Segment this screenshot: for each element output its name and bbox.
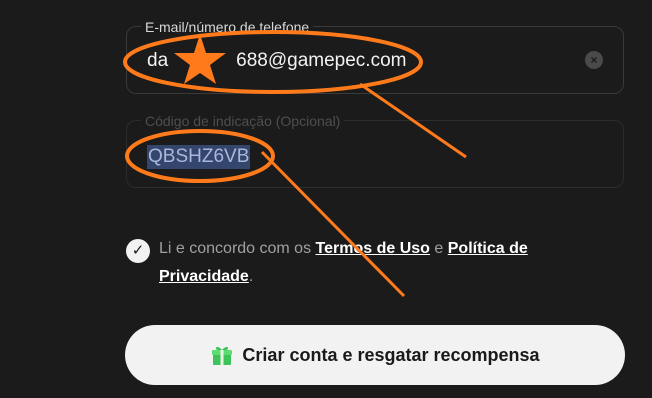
email-value-start: da xyxy=(147,50,169,71)
terms-suffix: . xyxy=(248,268,254,285)
gift-icon xyxy=(210,343,234,367)
terms-prefix: Li e concordo com os xyxy=(159,240,312,257)
terms-conjunction: e xyxy=(434,240,444,257)
terms-text: Li e concordo com os Termos de Uso e Pol… xyxy=(159,235,579,291)
terms-checkbox[interactable]: ✓ xyxy=(126,239,150,263)
referral-code-field[interactable]: Código de indicação (Opcional) QBSHZ6VB xyxy=(126,113,624,188)
email-field-label: E-mail/número de telefone xyxy=(141,19,314,35)
clear-icon[interactable]: × xyxy=(585,51,603,69)
referral-code-label: Código de indicação (Opcional) xyxy=(141,113,345,129)
email-field[interactable]: E-mail/número de telefone da 688@gamepec.… xyxy=(126,19,624,94)
signup-form: E-mail/número de telefone da 688@gamepec.… xyxy=(0,0,652,398)
terms-of-use-link[interactable]: Termos de Uso xyxy=(316,240,430,257)
create-account-button[interactable]: Criar conta e resgatar recompensa xyxy=(125,325,625,385)
referral-code-value[interactable]: QBSHZ6VB xyxy=(147,145,251,169)
create-account-label: Criar conta e resgatar recompensa xyxy=(242,344,540,365)
email-value-end: 688@gamepec.com xyxy=(236,50,407,71)
email-field-value[interactable]: da 688@gamepec.com xyxy=(147,49,406,73)
